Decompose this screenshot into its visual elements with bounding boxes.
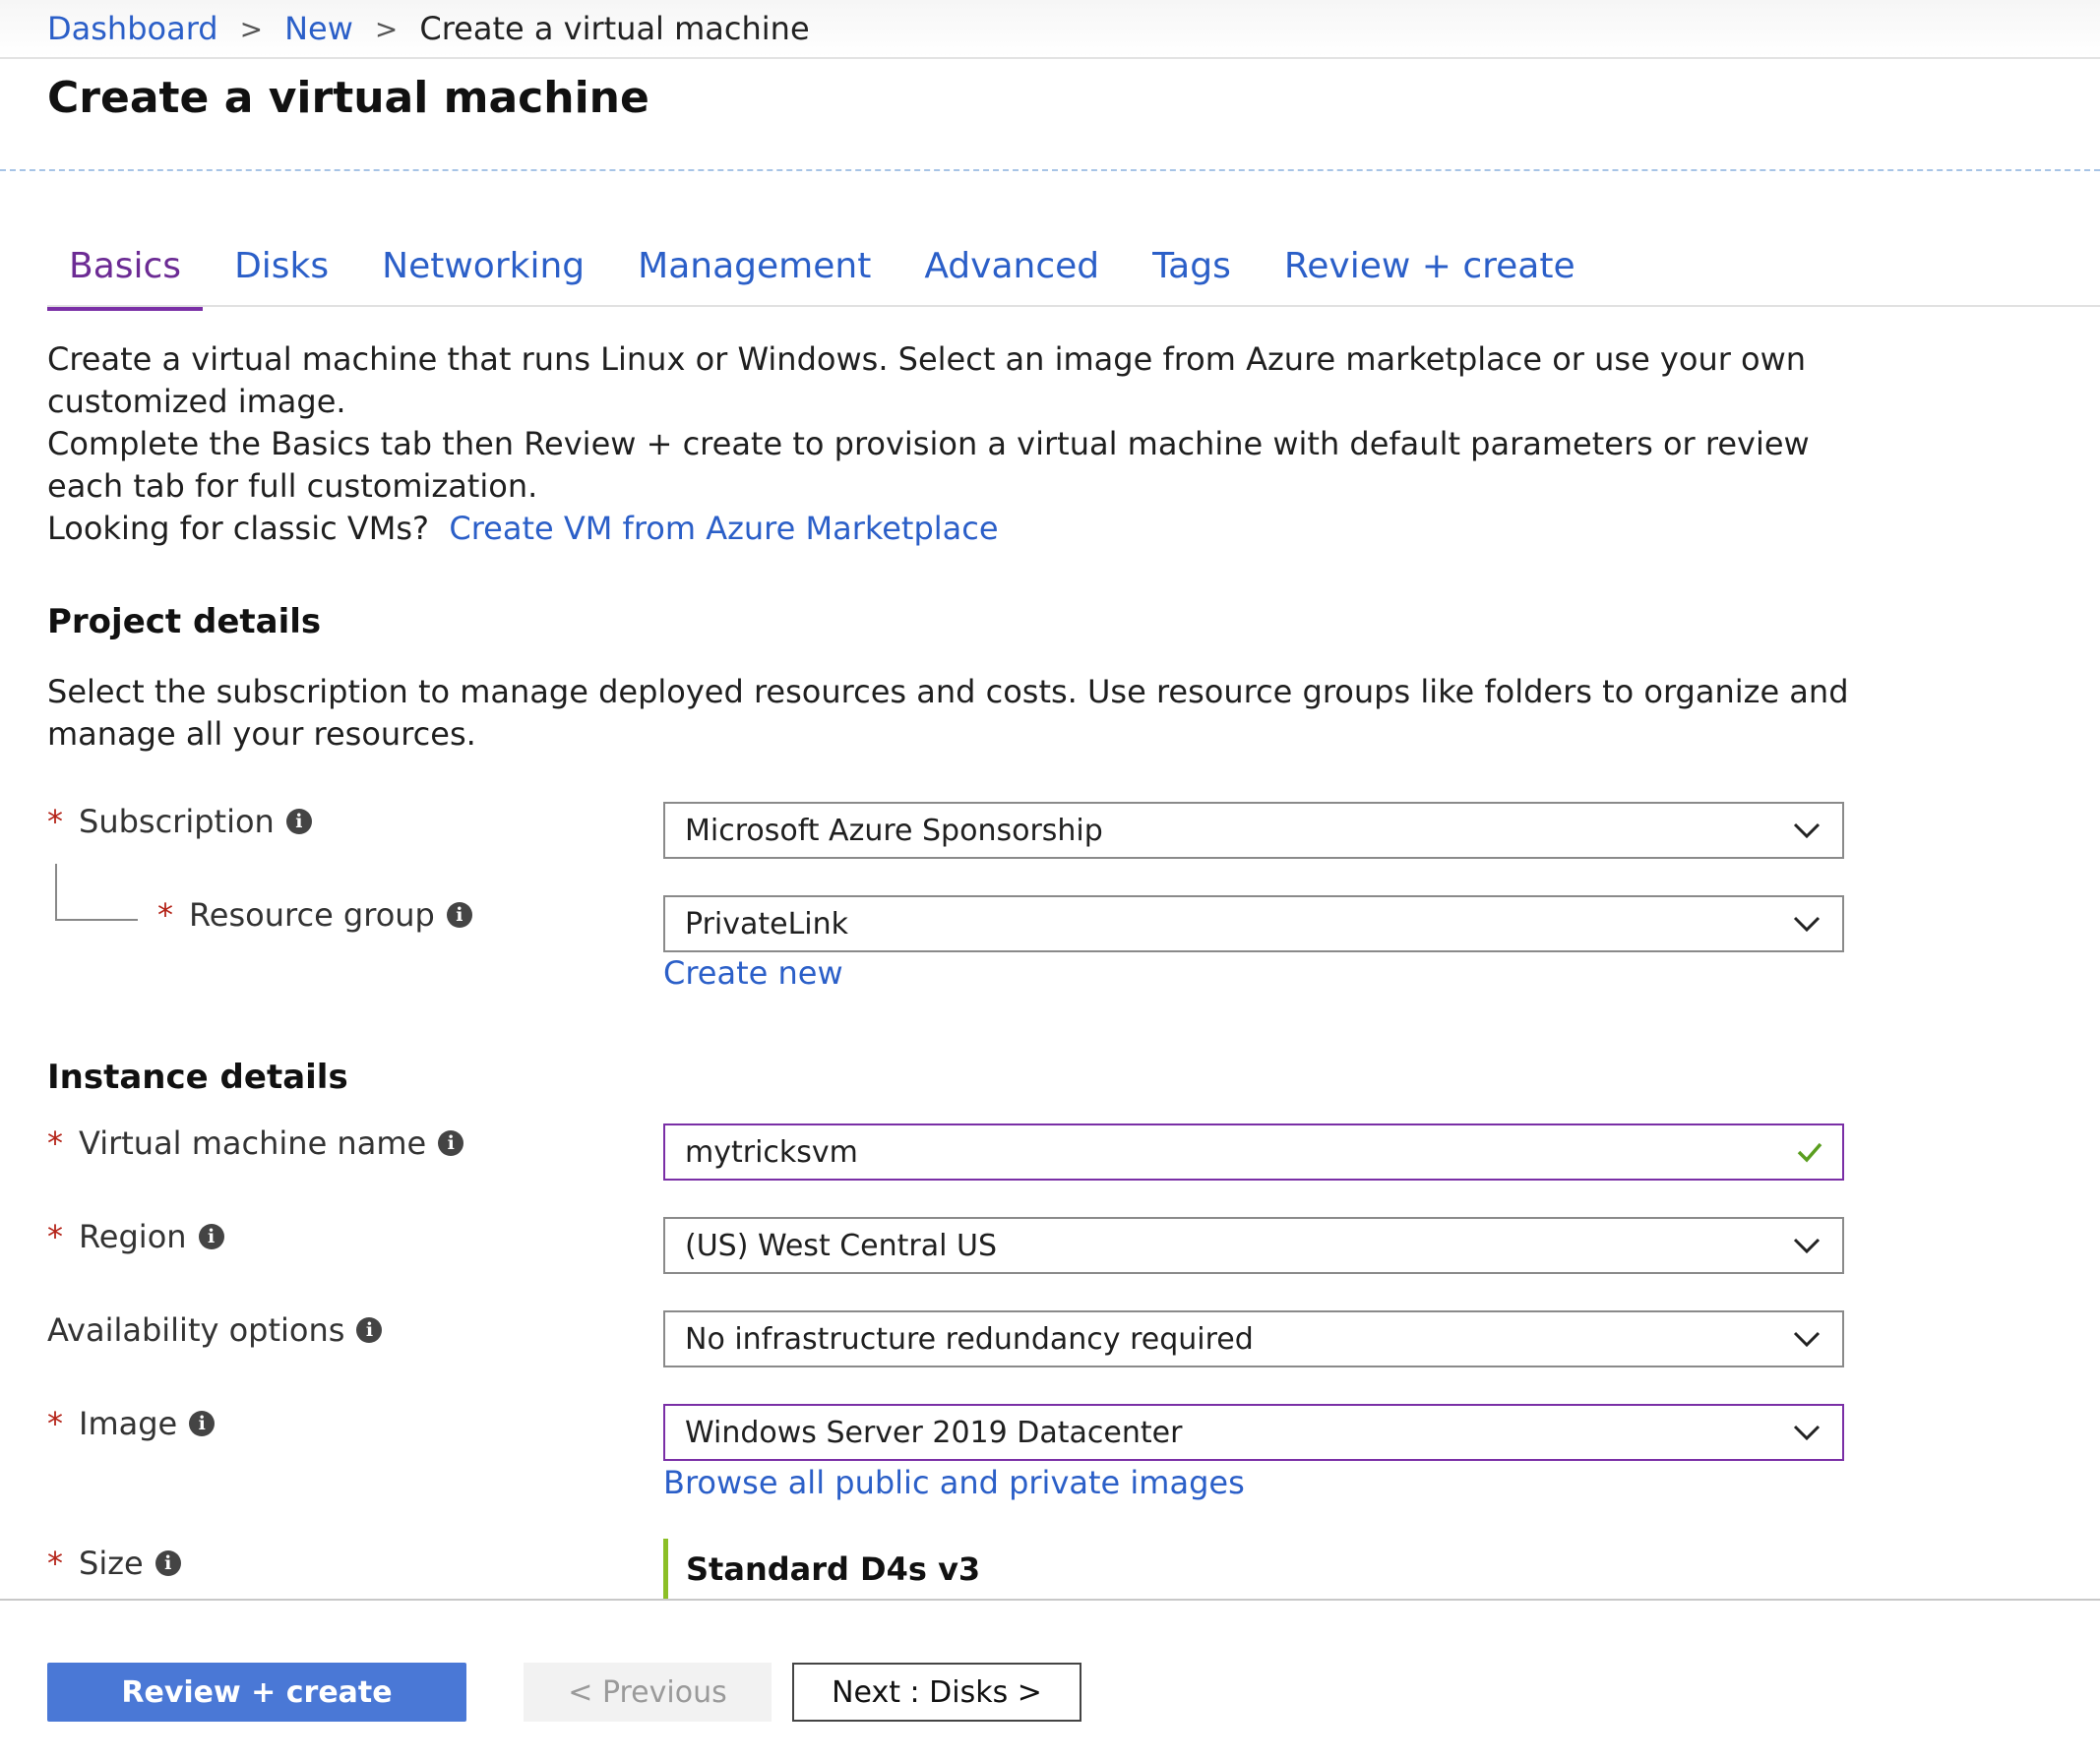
breadcrumb-dashboard[interactable]: Dashboard <box>47 10 218 47</box>
vm-name-label-text: Virtual machine name <box>79 1124 427 1162</box>
create-vm-marketplace-link[interactable]: Create VM from Azure Marketplace <box>449 510 998 547</box>
resource-group-value: PrivateLink <box>685 906 849 941</box>
breadcrumb-separator: > <box>239 12 264 45</box>
vm-name-input[interactable]: mytricksvm <box>663 1123 1844 1181</box>
info-icon[interactable]: i <box>285 809 312 834</box>
subscription-label-text: Subscription <box>79 803 275 840</box>
tab-tags[interactable]: Tags <box>1131 236 1253 307</box>
size-label: * Size i <box>47 1545 181 1582</box>
breadcrumb-new[interactable]: New <box>284 10 353 47</box>
resource-group-label-text: Resource group <box>189 896 435 934</box>
chevron-down-icon <box>1793 1238 1821 1253</box>
image-label: * Image i <box>47 1405 216 1442</box>
breadcrumb-separator: > <box>374 12 399 45</box>
region-label: * Region i <box>47 1218 224 1255</box>
info-icon[interactable]: i <box>446 902 472 928</box>
previous-button[interactable]: < Previous <box>524 1663 772 1722</box>
tab-bar: Basics Disks Networking Management Advan… <box>47 236 2100 311</box>
title-divider <box>0 169 2100 171</box>
info-icon[interactable]: i <box>189 1411 216 1436</box>
required-marker: * <box>47 1124 63 1162</box>
checkmark-icon <box>1797 1142 1822 1163</box>
tab-review-create[interactable]: Review + create <box>1263 236 1597 307</box>
region-label-text: Region <box>79 1218 187 1255</box>
region-value: (US) West Central US <box>685 1228 998 1263</box>
project-details-description: Select the subscription to manage deploy… <box>47 673 1849 753</box>
chevron-down-icon <box>1793 916 1821 932</box>
image-label-text: Image <box>79 1405 178 1442</box>
info-icon[interactable]: i <box>198 1224 224 1249</box>
required-marker: * <box>47 1545 63 1582</box>
intro-line-3: Looking for classic VMs? Create VM from … <box>47 508 1868 550</box>
required-marker: * <box>47 803 63 840</box>
resource-group-label: * Resource group i <box>157 896 472 934</box>
create-new-resource-group-link[interactable]: Create new <box>663 954 843 992</box>
tab-management[interactable]: Management <box>616 236 893 307</box>
browse-images-link[interactable]: Browse all public and private images <box>663 1464 1245 1501</box>
required-marker: * <box>157 896 173 934</box>
breadcrumb-current: Create a virtual machine <box>419 10 810 47</box>
chevron-down-icon <box>1793 1331 1821 1347</box>
hierarchy-connector <box>55 864 138 921</box>
subscription-dropdown[interactable]: Microsoft Azure Sponsorship <box>663 802 1844 859</box>
classic-vm-prompt: Looking for classic VMs? <box>47 510 430 547</box>
next-disks-button[interactable]: Next : Disks > <box>792 1663 1081 1722</box>
availability-label-text: Availability options <box>47 1311 345 1349</box>
chevron-down-icon <box>1793 822 1821 838</box>
footer-divider <box>0 1599 2100 1601</box>
instance-details-heading: Instance details <box>47 1058 348 1097</box>
vm-name-value: mytricksvm <box>685 1134 858 1170</box>
tab-disks[interactable]: Disks <box>213 236 350 307</box>
required-marker: * <box>47 1218 63 1255</box>
subscription-label: * Subscription i <box>47 803 312 840</box>
tab-networking[interactable]: Networking <box>360 236 606 307</box>
image-value: Windows Server 2019 Datacenter <box>685 1415 1183 1450</box>
availability-value: No infrastructure redundancy required <box>685 1321 1254 1357</box>
size-value: Standard D4s v3 <box>663 1539 980 1600</box>
info-icon[interactable]: i <box>438 1130 464 1156</box>
availability-label: Availability options i <box>47 1311 383 1349</box>
intro-line-2: Complete the Basics tab then Review + cr… <box>47 425 1810 505</box>
intro-line-1: Create a virtual machine that runs Linux… <box>47 340 1807 420</box>
subscription-value: Microsoft Azure Sponsorship <box>685 813 1103 848</box>
image-dropdown[interactable]: Windows Server 2019 Datacenter <box>663 1404 1844 1461</box>
page-title: Create a virtual machine <box>47 73 649 123</box>
required-marker: * <box>47 1405 63 1442</box>
info-icon[interactable]: i <box>356 1317 383 1343</box>
vm-name-label: * Virtual machine name i <box>47 1124 464 1162</box>
tab-advanced[interactable]: Advanced <box>902 236 1121 307</box>
breadcrumb: Dashboard > New > Create a virtual machi… <box>0 0 2100 59</box>
project-details-heading: Project details <box>47 602 322 641</box>
tabs-underline <box>47 305 2100 307</box>
resource-group-dropdown[interactable]: PrivateLink <box>663 895 1844 952</box>
region-dropdown[interactable]: (US) West Central US <box>663 1217 1844 1274</box>
info-icon[interactable]: i <box>154 1550 181 1576</box>
size-label-text: Size <box>79 1545 144 1582</box>
intro-text: Create a virtual machine that runs Linux… <box>47 338 1868 550</box>
tab-basics[interactable]: Basics <box>47 236 204 311</box>
review-create-button[interactable]: Review + create <box>47 1663 466 1722</box>
chevron-down-icon <box>1793 1425 1821 1440</box>
availability-dropdown[interactable]: No infrastructure redundancy required <box>663 1310 1844 1367</box>
